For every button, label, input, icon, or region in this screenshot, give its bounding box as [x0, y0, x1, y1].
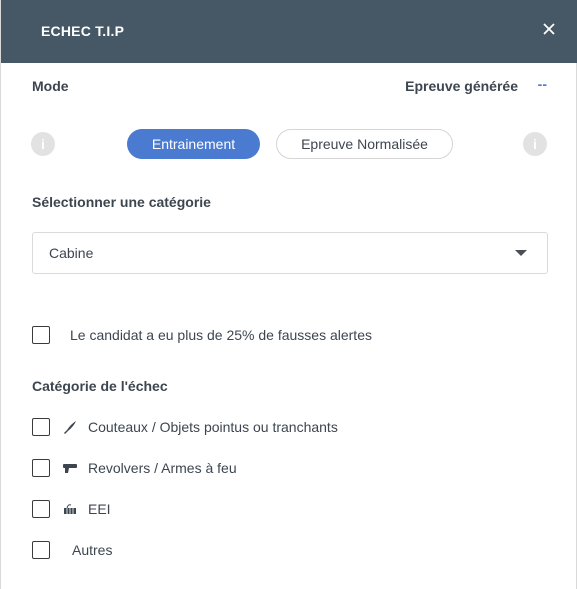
echec-tip-panel: ECHEC T.I.P Mode Epreuve générée -- i En… [0, 0, 577, 589]
other-checkbox[interactable] [32, 541, 50, 559]
false-alerts-label: Le candidat a eu plus de 25% de fausses … [70, 327, 372, 343]
close-icon [543, 23, 555, 35]
category-label: Sélectionner une catégorie [32, 194, 211, 210]
eei-label: EEI [88, 501, 111, 517]
close-button[interactable] [534, 14, 564, 44]
knife-icon [64, 421, 76, 434]
caret-down-icon [515, 250, 527, 256]
panel-header: ECHEC T.I.P [1, 0, 577, 63]
failure-category-label: Catégorie de l'échec [32, 378, 168, 394]
info-icon[interactable]: i [31, 132, 55, 156]
info-icon[interactable]: i [523, 132, 547, 156]
category-select-value: Cabine [49, 245, 94, 261]
gun-icon [63, 464, 77, 473]
generated-test-label: Epreuve générée [405, 78, 518, 94]
mode-standard-test-button[interactable]: Epreuve Normalisée [276, 129, 453, 159]
category-select[interactable]: Cabine [32, 232, 548, 274]
other-label: Autres [72, 542, 113, 558]
knife-checkbox[interactable] [32, 418, 50, 436]
false-alerts-checkbox[interactable] [32, 326, 50, 344]
mode-training-button[interactable]: Entrainement [127, 129, 260, 159]
mode-label: Mode [32, 78, 69, 94]
generated-test-value: -- [537, 76, 547, 92]
panel-title: ECHEC T.I.P [41, 23, 125, 39]
eei-checkbox[interactable] [32, 500, 50, 518]
knife-label: Couteaux / Objets pointus ou tranchants [88, 419, 338, 435]
explosive-device-icon [64, 504, 76, 514]
gun-checkbox[interactable] [32, 459, 50, 477]
gun-label: Revolvers / Armes à feu [88, 460, 237, 476]
